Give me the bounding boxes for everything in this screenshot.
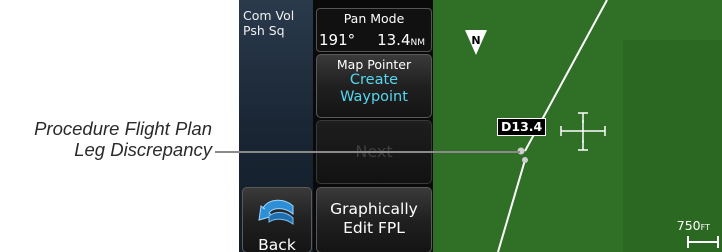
flight-plan-leg-lower bbox=[497, 159, 526, 252]
waypoint-label: Waypoint bbox=[340, 89, 408, 105]
pan-bearing: 191° bbox=[319, 31, 356, 49]
discrepancy-point-lower bbox=[522, 157, 528, 163]
create-label: Create bbox=[349, 72, 399, 88]
com-vol-knob-label[interactable]: Com Vol Psh Sq bbox=[241, 8, 313, 38]
map-pointer-crosshair bbox=[560, 112, 606, 151]
scale-unit: FT bbox=[700, 223, 710, 232]
graphically-label: Graphically bbox=[330, 200, 418, 218]
psh-sq-label: Psh Sq bbox=[243, 23, 285, 38]
svg-text:N: N bbox=[471, 34, 480, 47]
scale-value: 750 bbox=[676, 218, 701, 233]
discrepancy-distance-label: D13.4 bbox=[497, 118, 547, 136]
back-label: Back bbox=[258, 236, 296, 252]
map-scale-label: 750FT bbox=[677, 218, 710, 233]
create-waypoint-button[interactable]: Map Pointer Create Waypoint bbox=[316, 54, 432, 118]
back-arrow-icon bbox=[258, 199, 294, 225]
sidebar: Com Vol Psh Sq Back bbox=[239, 0, 313, 252]
gefpl-label-wrap: Graphically Edit FPL bbox=[317, 188, 431, 238]
edit-fpl-label: Edit FPL bbox=[343, 219, 405, 237]
map-view[interactable]: N D13.4 750FT bbox=[433, 0, 722, 252]
device-screen: Com Vol Psh Sq Back Pan Mode 191° 13.4NM… bbox=[239, 0, 722, 252]
back-button[interactable]: Back bbox=[242, 187, 312, 252]
pan-distance: 13.4 bbox=[377, 31, 411, 49]
pan-mode-title: Pan Mode bbox=[343, 11, 405, 26]
button-column: Pan Mode 191° 13.4NM Map Pointer Create … bbox=[313, 0, 433, 252]
pan-mode-box: Pan Mode 191° 13.4NM bbox=[316, 8, 432, 52]
map-pointer-title: Map Pointer bbox=[336, 57, 412, 72]
callout-line-1: Procedure Flight Plan bbox=[34, 118, 212, 139]
pan-distance-wrap: 13.4NM bbox=[377, 31, 425, 49]
callout-line-2: Leg Discrepancy bbox=[74, 139, 212, 160]
north-arrow-icon: N bbox=[465, 30, 487, 55]
pan-distance-unit: NM bbox=[410, 38, 426, 48]
callout-label: Procedure Flight Plan Leg Discrepancy bbox=[0, 118, 212, 160]
graphically-edit-fpl-button[interactable]: Graphically Edit FPL bbox=[316, 187, 432, 252]
callout-line bbox=[215, 151, 520, 153]
com-vol-label: Com Vol bbox=[243, 8, 295, 23]
